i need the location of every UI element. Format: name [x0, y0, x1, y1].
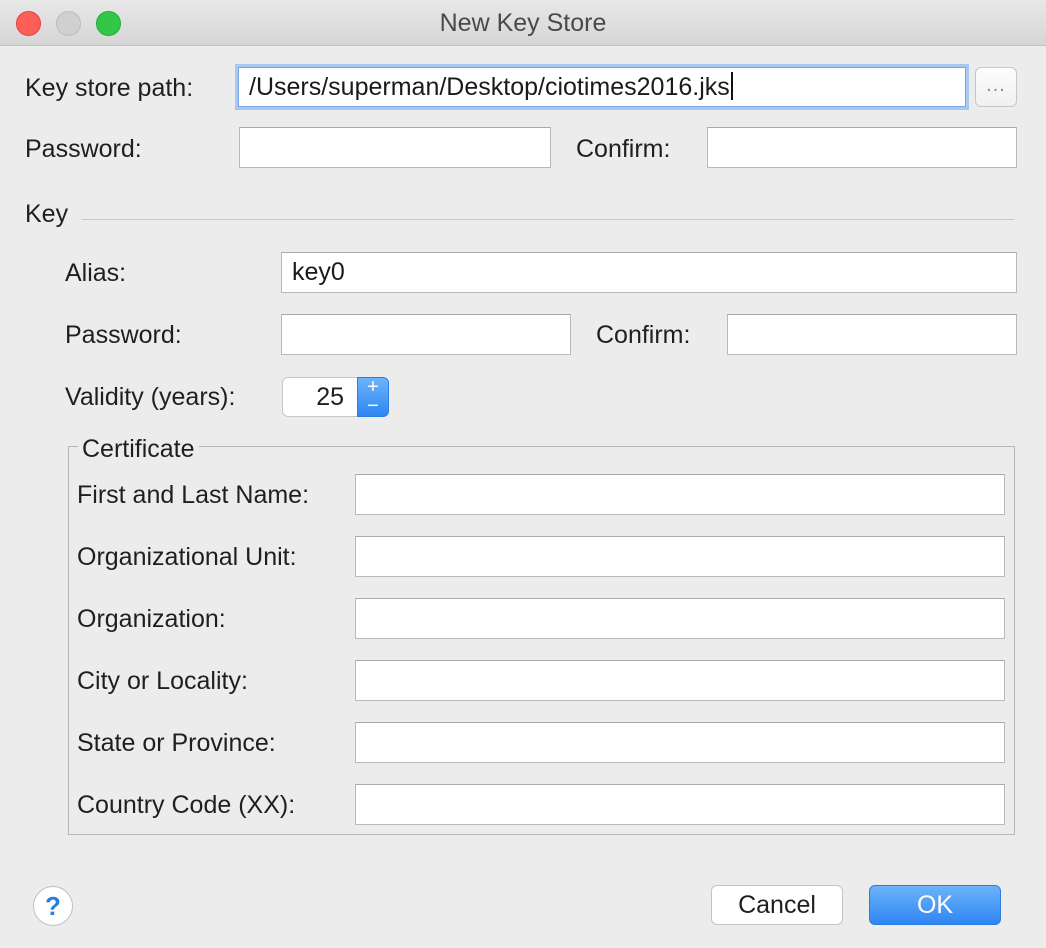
organizational-unit-label: Organizational Unit: — [77, 543, 297, 571]
city-locality-input[interactable] — [355, 660, 1005, 701]
ok-button[interactable]: OK — [869, 885, 1001, 925]
certificate-group-title: Certificate — [78, 434, 199, 464]
country-code-label: Country Code (XX): — [77, 791, 296, 819]
organization-label: Organization: — [77, 605, 226, 633]
organizational-unit-input[interactable] — [355, 536, 1005, 577]
text-caret — [730, 72, 733, 100]
key-store-path-value: /Users/superman/Desktop/ciotimes2016.jks — [249, 73, 730, 101]
key-store-path-label: Key store path: — [25, 74, 194, 102]
validity-input[interactable]: 25 — [282, 377, 358, 417]
key-confirm-input[interactable] — [727, 314, 1017, 355]
state-province-input[interactable] — [355, 722, 1005, 763]
browse-button[interactable]: ... — [975, 67, 1017, 107]
validity-decrement-button[interactable]: − — [358, 396, 388, 416]
key-store-path-input[interactable]: /Users/superman/Desktop/ciotimes2016.jks — [238, 67, 966, 107]
alias-input[interactable]: key0 — [281, 252, 1017, 293]
country-code-input[interactable] — [355, 784, 1005, 825]
key-password-label: Password: — [65, 321, 182, 349]
window-title: New Key Store — [439, 9, 607, 37]
cancel-button[interactable]: Cancel — [711, 885, 843, 925]
key-password-input[interactable] — [281, 314, 571, 355]
first-last-name-input[interactable] — [355, 474, 1005, 515]
title-bar: New Key Store — [0, 0, 1046, 46]
key-section-label: Key — [25, 200, 69, 228]
key-confirm-label: Confirm: — [596, 321, 691, 349]
keystore-confirm-label: Confirm: — [576, 135, 671, 163]
key-section-divider — [82, 219, 1014, 220]
keystore-confirm-input[interactable] — [707, 127, 1017, 168]
keystore-password-label: Password: — [25, 135, 142, 163]
keystore-password-input[interactable] — [239, 127, 551, 168]
validity-stepper: + − — [357, 377, 389, 417]
validity-label: Validity (years): — [65, 383, 236, 411]
state-province-label: State or Province: — [77, 729, 276, 757]
first-last-name-label: First and Last Name: — [77, 481, 310, 509]
organization-input[interactable] — [355, 598, 1005, 639]
new-key-store-dialog: New Key Store Key store path: /Users/sup… — [0, 0, 1046, 948]
help-button[interactable]: ? — [33, 886, 73, 926]
city-locality-label: City or Locality: — [77, 667, 248, 695]
alias-label: Alias: — [65, 259, 127, 287]
